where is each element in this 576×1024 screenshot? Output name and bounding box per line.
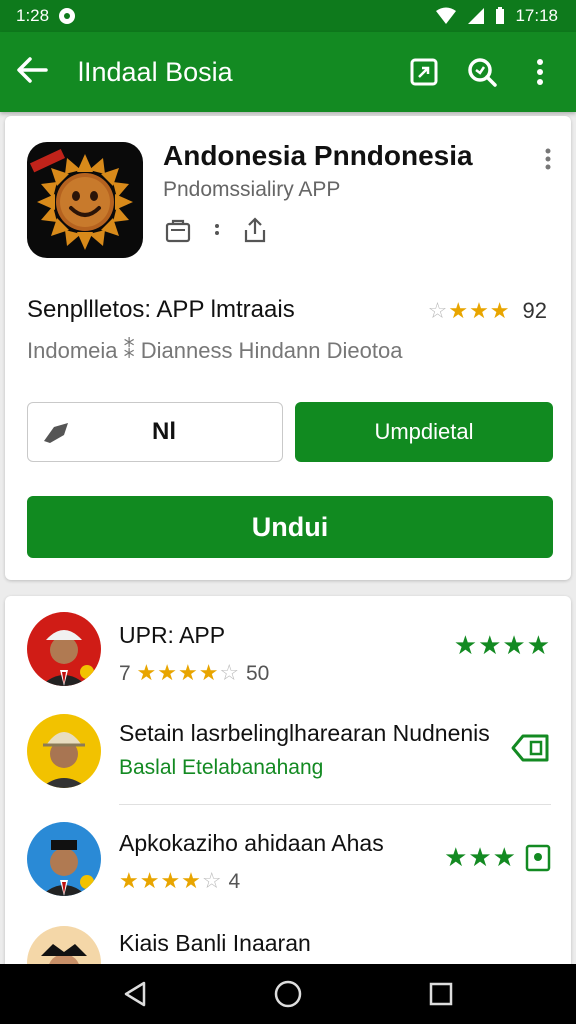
battery-icon (496, 7, 505, 24)
app-bar-title: lIndaal Bosia (78, 56, 233, 87)
list-item-rating-value: 4 (228, 870, 241, 893)
app-more-icon[interactable] (545, 148, 551, 175)
list-item[interactable]: Setain lasrbelinglharearan Nudnenis Basl… (5, 706, 571, 806)
recents-nav-icon[interactable] (428, 981, 454, 1007)
back-nav-icon[interactable] (122, 980, 148, 1008)
back-arrow-icon[interactable] (16, 56, 48, 89)
list-item-title: Kiais Banli Inaaran (119, 930, 311, 956)
stars-icon: ★★★★☆ (119, 868, 223, 893)
stars-icon: ★★★★☆ (136, 660, 241, 685)
search-icon[interactable] (462, 52, 502, 92)
app-tagline: Senpllletos: APP lmtraais (27, 296, 295, 323)
home-nav-icon[interactable] (273, 979, 303, 1009)
app-icon[interactable] (27, 142, 143, 258)
app-action-icons (165, 216, 267, 244)
list-item-stars: ★★★★ (454, 630, 551, 661)
list-item-sub: 7 (119, 662, 131, 685)
avatar (27, 822, 101, 896)
more-vert-icon[interactable] (520, 52, 560, 92)
related-apps-card: UPR: APP 7 ★★★★☆ 50 ★★★★ Setain lasrbeli… (5, 596, 571, 1016)
list-item-rating: ★★★★☆ 4 (119, 868, 240, 894)
wishlist-button-label: Nl (152, 418, 176, 445)
list-item-sub: Baslal Etelabanahang (119, 756, 324, 779)
app-rating: ☆★★★ 92 (428, 298, 547, 324)
dot-separator-icon (215, 224, 219, 235)
app-title: Andonesia Pnndonesia (163, 140, 473, 171)
bag-icon[interactable] (165, 217, 191, 243)
list-item-title: Apkokaziho ahidaan Ahas (119, 830, 384, 856)
avatar (27, 714, 101, 788)
avatar (27, 612, 101, 686)
ticket-icon[interactable] (511, 732, 551, 764)
tag-icon (44, 423, 68, 443)
list-item-rating-value: 50 (246, 662, 270, 685)
divider (119, 804, 551, 805)
location-box-icon[interactable] (525, 844, 551, 872)
wifi-icon (436, 7, 457, 24)
list-item[interactable]: UPR: APP 7 ★★★★☆ 50 ★★★★ (5, 596, 571, 706)
list-item-title: UPR: APP (119, 622, 226, 648)
app-bar: lIndaal Bosia (0, 32, 576, 112)
notification-icon (59, 8, 76, 24)
system-nav-bar (0, 964, 576, 1024)
share-box-icon[interactable] (404, 52, 444, 92)
app-developer[interactable]: Pndomssialiry APP (163, 178, 340, 202)
list-item[interactable]: Apkokaziho ahidaan Ahas ★★★★☆ 4 ★★★ (5, 806, 571, 916)
status-bar: 1:28 17:18 (0, 0, 576, 32)
signal-icon (468, 8, 485, 24)
update-button[interactable]: Umpdietal (295, 402, 553, 462)
list-item-actions: ★★★ (444, 842, 551, 873)
rating-count: 92 (522, 298, 547, 323)
app-detail-card: Andonesia Pnndonesia Pndomssialiry APP S… (5, 116, 571, 580)
status-time: 1:28 (16, 6, 50, 25)
green-stars-icon: ★★★★ (453, 630, 551, 660)
rating-stars-icon: ☆★★★ (427, 298, 511, 323)
wishlist-button[interactable]: Nl (27, 402, 283, 462)
download-button[interactable]: Undui (27, 496, 553, 558)
list-item-rating: 7 ★★★★☆ 50 (119, 660, 269, 686)
list-item-title: Setain lasrbelinglharearan Nudnenis (119, 720, 490, 746)
status-clock: 17:18 (515, 6, 558, 25)
green-stars-icon: ★★★ (444, 842, 517, 872)
app-description: Indomeia ⁑ Dianness Hindann Dieotoa (27, 338, 403, 363)
share-icon[interactable] (243, 216, 267, 244)
